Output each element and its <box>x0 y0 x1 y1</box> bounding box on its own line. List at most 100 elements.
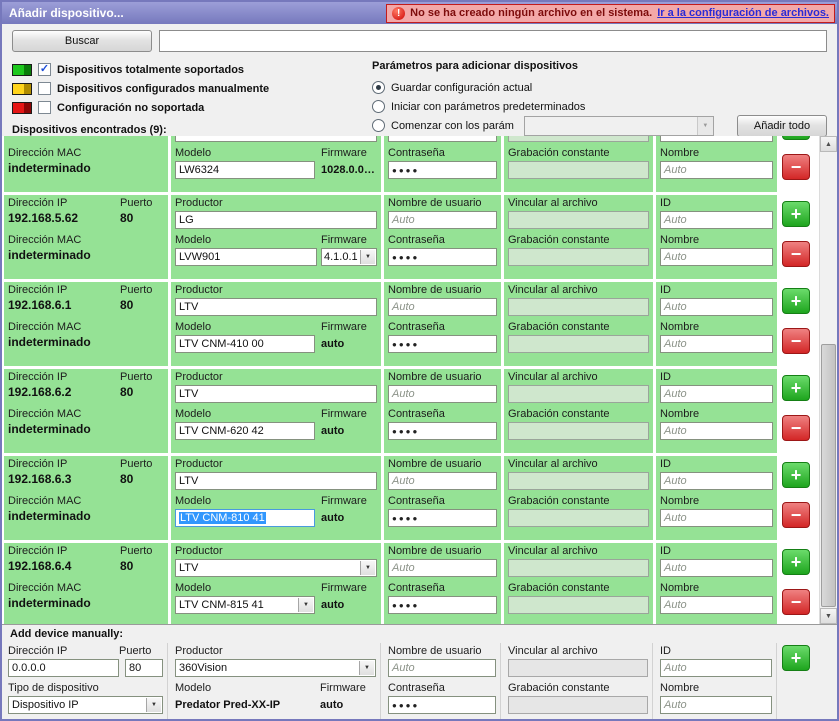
password-input[interactable]: ●●●● <box>388 509 497 527</box>
name-label: Nombre <box>660 408 773 421</box>
remove-device-button[interactable]: − <box>782 502 810 528</box>
name-input[interactable]: Auto <box>660 422 773 440</box>
id-input[interactable]: Auto <box>660 472 773 490</box>
manual-id-input[interactable]: Auto <box>660 659 772 677</box>
add-device-button[interactable]: + <box>782 462 810 488</box>
vendor-input[interactable] <box>175 136 377 142</box>
password-input[interactable]: ●●●● <box>388 161 497 179</box>
model-input[interactable]: LTV CNM-620 42 <box>175 422 315 440</box>
vendor-input[interactable]: LTV <box>175 298 377 316</box>
archive-settings-link[interactable]: Ir a la configuración de archivos. <box>657 7 829 19</box>
username-input[interactable]: Auto <box>388 211 497 229</box>
scroll-up-icon[interactable]: ▲ <box>820 136 837 152</box>
id-input[interactable]: Auto <box>660 559 773 577</box>
add-device-button[interactable]: + <box>782 288 810 314</box>
radio-default-params[interactable] <box>372 100 385 113</box>
add-device-button[interactable]: + <box>782 201 810 227</box>
id-label: ID <box>660 545 773 558</box>
name-input[interactable]: Auto <box>660 596 773 614</box>
add-device-button[interactable]: + <box>782 375 810 401</box>
radio-label: Comenzar con los parám <box>391 120 514 132</box>
dropdown-arrow-icon: ▼ <box>146 698 161 712</box>
manual-device-row: Dirección IPPuerto 0.0.0.080 Tipo de dis… <box>2 643 837 719</box>
manually-configured-checkbox[interactable] <box>38 82 51 95</box>
radio-save-current[interactable] <box>372 81 385 94</box>
supported-devices-checkbox[interactable]: ✓ <box>38 63 51 76</box>
identity-cell: ID Auto Nombre Auto <box>656 543 777 624</box>
id-input[interactable]: Auto <box>660 298 773 316</box>
remove-device-button[interactable]: − <box>782 154 810 180</box>
id-input[interactable]: Auto <box>660 385 773 403</box>
password-label: Contraseña <box>388 495 497 508</box>
add-all-button[interactable]: Añadir todo <box>737 115 827 137</box>
remove-device-button[interactable]: − <box>782 328 810 354</box>
credentials-cell: Nombre de usuario Auto Contraseña ●●●● <box>384 369 501 453</box>
radio-start-with-params[interactable] <box>372 119 385 132</box>
add-device-button[interactable]: + <box>782 136 810 140</box>
password-input[interactable]: ●●●● <box>388 422 497 440</box>
ip-value: 192.168.6.2 <box>8 384 120 401</box>
username-input[interactable]: Auto <box>388 472 497 490</box>
username-input[interactable]: Auto <box>388 298 497 316</box>
firmware-select[interactable]: 4.1.0.1▼ <box>321 248 377 266</box>
search-input[interactable] <box>159 30 827 52</box>
id-input[interactable]: Auto <box>660 211 773 229</box>
vendor-input[interactable]: LG <box>175 211 377 229</box>
name-input[interactable]: Auto <box>660 161 773 179</box>
scrollbar-track[interactable] <box>820 152 837 608</box>
port-label: Puerto <box>120 197 164 210</box>
vendor-input[interactable]: LTV <box>175 385 377 403</box>
remove-device-button[interactable]: − <box>782 241 810 267</box>
search-button[interactable]: Buscar <box>12 30 152 52</box>
device-type-select[interactable]: Dispositivo IP▼ <box>8 696 163 714</box>
manual-vendor-select[interactable]: 360Vision▼ <box>175 659 376 677</box>
port-value: 80 <box>120 210 164 227</box>
id-input[interactable]: Auto <box>660 136 773 142</box>
name-input[interactable]: Auto <box>660 509 773 527</box>
manual-name-input[interactable]: Auto <box>660 696 772 714</box>
remove-device-button[interactable]: − <box>782 589 810 615</box>
model-input[interactable]: LTV CNM-810 41 <box>175 509 315 527</box>
unsupported-config-checkbox[interactable] <box>38 101 51 114</box>
manual-ip-input[interactable]: 0.0.0.0 <box>8 659 119 677</box>
name-input[interactable]: Auto <box>660 335 773 353</box>
archive-input <box>508 211 649 229</box>
archive-label: Vincular al archivo <box>508 371 649 384</box>
recording-label: Grabación constante <box>508 582 649 595</box>
password-input[interactable]: ●●●● <box>388 335 497 353</box>
vendor-input[interactable]: LTV <box>175 472 377 490</box>
scrollbar-thumb[interactable] <box>821 344 836 607</box>
scrollbar[interactable]: ▲ ▼ <box>819 136 837 624</box>
id-label: ID <box>660 458 773 471</box>
model-input[interactable]: LVW901 <box>175 248 317 266</box>
vendor-label: Productor <box>175 458 377 471</box>
model-input[interactable]: LTV CNM-410 00 <box>175 335 315 353</box>
archive-input <box>508 136 649 142</box>
password-input[interactable]: ●●●● <box>388 248 497 266</box>
ip-label: Dirección IP <box>8 284 120 297</box>
add-device-button[interactable]: + <box>782 549 810 575</box>
username-input[interactable]: Auto <box>388 385 497 403</box>
manual-password-input[interactable]: ●●●● <box>388 696 496 714</box>
firmware-value: auto <box>319 335 377 353</box>
vendor-select[interactable]: LTV▼ <box>175 559 377 577</box>
username-input[interactable]: Auto <box>388 136 497 142</box>
ip-value: 192.168.5.62 <box>8 210 120 227</box>
username-input[interactable]: Auto <box>388 559 497 577</box>
model-input[interactable]: LW6324 <box>175 161 315 179</box>
model-select[interactable]: LTV CNM-815 41▼ <box>175 596 315 614</box>
error-icon: ! <box>392 7 405 20</box>
actions-cell: + − <box>780 369 814 453</box>
password-input[interactable]: ●●●● <box>388 596 497 614</box>
name-input[interactable]: Auto <box>660 248 773 266</box>
port-value: 80 <box>120 384 164 401</box>
device-list: Dirección IPPuerto Dirección MAC indeter… <box>2 136 837 624</box>
manual-archive-input <box>508 659 648 677</box>
port-label: Puerto <box>120 458 164 471</box>
remove-device-button[interactable]: − <box>782 415 810 441</box>
manual-add-button[interactable]: + <box>782 645 810 671</box>
scroll-down-icon[interactable]: ▼ <box>820 608 837 624</box>
manual-username-input[interactable]: Auto <box>388 659 496 677</box>
manual-port-input[interactable]: 80 <box>125 659 163 677</box>
model-label: Modelo <box>175 147 321 160</box>
